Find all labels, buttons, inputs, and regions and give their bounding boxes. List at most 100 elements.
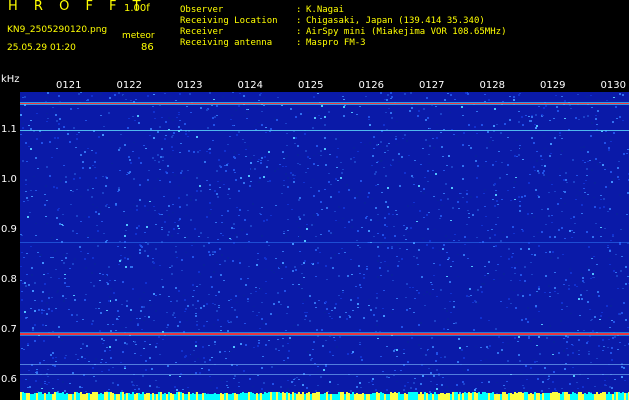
noise-pixel [99,330,101,332]
noise-pixel [576,351,578,353]
noise-pixel [161,229,163,230]
baseline-tick [430,393,432,400]
noise-pixel [317,385,319,386]
noise-pixel [209,359,211,361]
noise-pixel [62,295,64,297]
baseline-tick [446,393,448,400]
noise-pixel [144,250,146,252]
noise-pixel [254,125,256,126]
noise-pixel [75,147,77,148]
noise-pixel [263,382,265,384]
noise-pixel [283,185,285,186]
noise-pixel [605,186,607,188]
baseline-tick [104,392,106,400]
noise-pixel [72,372,74,374]
noise-pixel [56,120,58,122]
noise-pixel [125,99,127,100]
noise-pixel [52,357,54,359]
noise-pixel [179,120,181,121]
noise-pixel [181,170,183,172]
noise-pixel [130,162,132,164]
noise-pixel [578,119,580,120]
noise-pixel [99,280,101,281]
noise-pixel [436,384,438,385]
noise-pixel [610,352,612,354]
noise-pixel [431,284,433,285]
noise-pixel [616,275,618,277]
noise-pixel [328,173,330,174]
noise-pixel [119,241,121,242]
noise-pixel [271,270,273,271]
noise-pixel [610,171,612,173]
noise-pixel [102,274,104,275]
noise-pixel [178,197,180,199]
noise-pixel [395,210,397,211]
noise-pixel [149,385,151,387]
noise-pixel [319,252,321,253]
noise-pixel [575,117,577,119]
noise-pixel [153,262,155,264]
noise-pixel [595,118,597,120]
noise-pixel [95,358,97,360]
noise-pixel [467,258,469,259]
noise-pixel [207,237,209,238]
noise-pixel [385,112,387,113]
noise-pixel [350,390,352,392]
noise-pixel [195,341,197,343]
noise-pixel [480,347,482,348]
noise-pixel [149,300,151,301]
noise-pixel [529,174,531,175]
noise-pixel [340,162,342,163]
noise-pixel [487,348,489,349]
noise-pixel [395,136,397,137]
noise-pixel [433,275,435,276]
noise-pixel [422,375,424,377]
noise-pixel [584,162,586,163]
noise-pixel [228,188,230,190]
noise-pixel [261,318,263,320]
noise-pixel [196,324,198,326]
time-tick-label: 0125 [298,80,324,91]
noise-pixel [484,189,486,191]
noise-pixel [487,131,489,133]
noise-pixel [344,227,346,228]
noise-pixel [135,134,137,135]
baseline-tick [280,393,282,400]
noise-pixel [601,387,603,388]
noise-pixel [137,323,139,324]
noise-pixel [268,151,270,153]
baseline-tick [614,392,616,400]
faint-line [20,374,629,375]
noise-pixel [561,138,563,139]
freq-tick-label: 0.6 [1,374,17,385]
baseline-tick [42,394,44,400]
noise-pixel [344,105,346,106]
noise-pixel [590,320,592,321]
baseline-tick [88,393,90,400]
noise-pixel [203,325,205,327]
noise-pixel [383,124,385,126]
noise-pixel [350,189,352,190]
baseline-tick [492,392,494,400]
noise-pixel [220,330,222,331]
noise-pixel [429,128,431,129]
noise-pixel [21,300,23,301]
noise-pixel [605,135,607,137]
noise-pixel [36,371,38,372]
noise-pixel [183,177,185,179]
noise-pixel [30,148,32,150]
noise-pixel [115,339,117,341]
noise-pixel [330,184,332,185]
noise-pixel [187,387,189,388]
noise-pixel [314,117,316,119]
noise-pixel [581,213,583,214]
noise-pixel [225,170,227,172]
noise-pixel [583,188,585,189]
noise-pixel [328,313,330,314]
noise-pixel [162,339,164,340]
noise-pixel [385,201,387,203]
noise-pixel [513,96,515,98]
noise-pixel [87,355,89,356]
baseline-tick [22,392,24,400]
noise-pixel [538,196,540,198]
